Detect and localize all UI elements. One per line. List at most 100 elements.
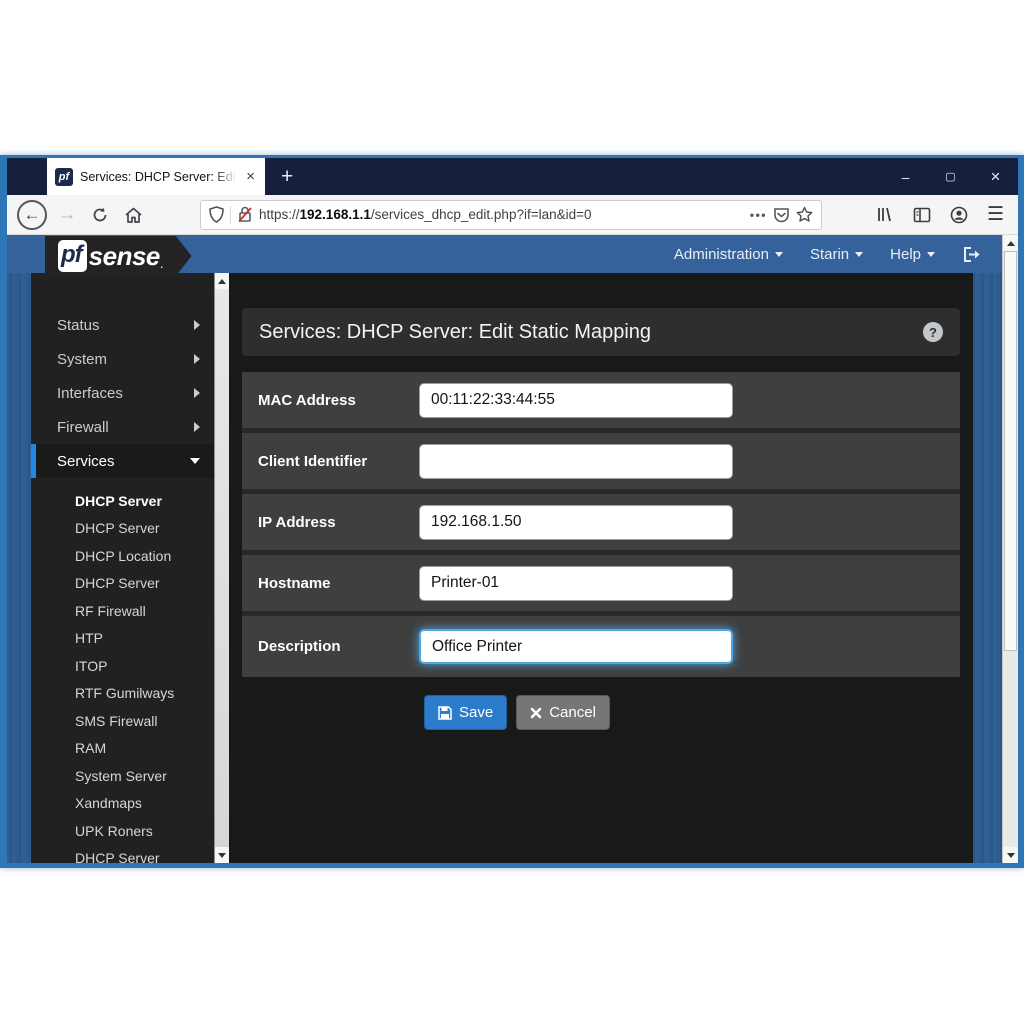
client-identifier-field[interactable]	[419, 444, 733, 479]
tab-title: Services: DHCP Server: Edit St	[80, 170, 237, 184]
pfsense-navbar: pf sense . Administration Starin Help	[7, 235, 1002, 273]
shield-icon[interactable]	[209, 206, 224, 223]
toolbar-right-icons: ☰	[876, 203, 1008, 226]
submenu-item[interactable]: HTP	[31, 625, 214, 653]
submenu-item[interactable]: Xandmaps	[31, 790, 214, 818]
submenu-item[interactable]: DHCP Location	[31, 542, 214, 570]
tab-bar: pf Services: DHCP Server: Edit St × + – …	[7, 158, 1018, 195]
pfsense-logo[interactable]: pf sense .	[45, 236, 192, 277]
hostname-label: Hostname	[258, 575, 419, 592]
sidebar-item-label: Firewall	[57, 419, 109, 436]
page-actions-icon[interactable]: •••	[750, 208, 767, 222]
tab-close-icon[interactable]: ×	[244, 169, 257, 184]
sidebar-scrollbar[interactable]	[214, 273, 229, 863]
submenu-item[interactable]: DHCP Server	[31, 570, 214, 598]
submenu-item[interactable]: RTF Gumilways	[31, 680, 214, 708]
help-icon[interactable]: ?	[923, 322, 943, 342]
page-content: Status System Interfaces Firewall	[7, 273, 1002, 863]
static-mapping-form: MAC Address Client Identifier IP Address	[242, 372, 960, 677]
menu-icon[interactable]: ☰	[987, 203, 1004, 226]
chevron-right-icon	[194, 422, 200, 432]
back-button[interactable]: ←	[17, 200, 47, 230]
bookmark-star-icon[interactable]	[796, 206, 813, 223]
window-body: pf sense . Administration Starin Help	[7, 235, 1018, 863]
nav-administration[interactable]: Administration	[674, 246, 783, 263]
scroll-down-icon[interactable]	[1003, 847, 1018, 863]
logo-sense-text: sense	[89, 241, 160, 272]
sidebar-item-label: Interfaces	[57, 385, 123, 402]
form-row-client-id: Client Identifier	[242, 433, 960, 494]
submenu-item[interactable]: DHCP Server	[31, 487, 214, 515]
mac-address-label: MAC Address	[258, 392, 419, 409]
cancel-x-icon	[530, 707, 542, 719]
scroll-up-icon[interactable]	[215, 273, 229, 289]
nav-help[interactable]: Help	[890, 246, 935, 263]
cancel-button[interactable]: Cancel	[516, 695, 610, 730]
sidebar-item-label: Status	[57, 317, 100, 334]
url-bar[interactable]: https://192.168.1.1/services_dhcp_edit.p…	[200, 200, 822, 230]
url-scheme: https://	[259, 207, 300, 222]
ip-address-field[interactable]	[419, 505, 733, 540]
chevron-right-icon	[194, 320, 200, 330]
home-icon[interactable]	[118, 206, 148, 224]
chevron-down-icon	[775, 252, 783, 257]
client-identifier-label: Client Identifier	[258, 453, 419, 470]
sidebars-icon[interactable]	[913, 207, 931, 223]
mac-address-field[interactable]	[419, 383, 733, 418]
sidebar-item-system[interactable]: System	[31, 342, 214, 376]
url-divider	[230, 206, 231, 224]
submenu-item[interactable]: DHCP Server	[31, 845, 214, 864]
nav-user-label: Starin	[810, 246, 849, 263]
submenu-item[interactable]: UPK Roners	[31, 817, 214, 845]
browser-toolbar: ← → https://192.168.1.1/services_dhcp_ed…	[7, 195, 1018, 235]
sidebar: Status System Interfaces Firewall	[31, 273, 214, 863]
sidebar-item-interfaces[interactable]: Interfaces	[31, 376, 214, 410]
close-button[interactable]: ×	[973, 158, 1018, 195]
save-floppy-icon	[438, 706, 452, 720]
form-row-description: Description	[242, 616, 960, 677]
logo-dot: .	[160, 256, 164, 271]
new-tab-button[interactable]: +	[265, 158, 309, 195]
minimize-button[interactable]: –	[883, 158, 928, 195]
browser-tab[interactable]: pf Services: DHCP Server: Edit St ×	[47, 158, 265, 195]
page-scrollbar[interactable]	[1002, 235, 1018, 863]
url-text[interactable]: https://192.168.1.1/services_dhcp_edit.p…	[259, 207, 744, 222]
forward-button: →	[52, 204, 82, 226]
main-content: Services: DHCP Server: Edit Static Mappi…	[229, 273, 973, 863]
form-actions: Save Cancel	[424, 695, 960, 730]
submenu-item[interactable]: DHCP Server	[31, 515, 214, 543]
submenu-item[interactable]: System Server	[31, 762, 214, 790]
chevron-right-icon	[194, 388, 200, 398]
sidebar-item-services[interactable]: Services	[31, 444, 214, 478]
pfsense-page: pf sense . Administration Starin Help	[7, 235, 1002, 863]
scroll-down-icon[interactable]	[215, 847, 229, 863]
submenu-item[interactable]: ITOP	[31, 652, 214, 680]
nav-user[interactable]: Starin	[810, 246, 863, 263]
sidebar-item-firewall[interactable]: Firewall	[31, 410, 214, 444]
form-row-hostname: Hostname	[242, 555, 960, 616]
navbar-menu: Administration Starin Help	[674, 246, 982, 263]
nav-administration-label: Administration	[674, 246, 769, 263]
broken-lock-icon[interactable]	[237, 206, 253, 223]
description-field[interactable]	[419, 629, 733, 664]
submenu-item[interactable]: RF Firewall	[31, 597, 214, 625]
url-domain: 192.168.1.1	[300, 207, 371, 222]
pocket-icon[interactable]	[773, 207, 790, 223]
ip-address-label: IP Address	[258, 514, 419, 531]
logout-icon[interactable]	[962, 246, 982, 263]
browser-window: pf Services: DHCP Server: Edit St × + – …	[0, 155, 1024, 868]
save-button[interactable]: Save	[424, 695, 507, 730]
library-icon[interactable]	[876, 206, 894, 223]
scrollbar-thumb[interactable]	[1004, 251, 1017, 651]
sidebar-item-label: Services	[57, 453, 115, 470]
nav-help-label: Help	[890, 246, 921, 263]
maximize-button[interactable]: ▢	[928, 158, 973, 195]
submenu-item[interactable]: RAM	[31, 735, 214, 763]
scroll-up-icon[interactable]	[1003, 235, 1018, 251]
account-icon[interactable]	[950, 206, 968, 224]
refresh-icon[interactable]	[85, 206, 115, 224]
submenu-item[interactable]: SMS Firewall	[31, 707, 214, 735]
hostname-field[interactable]	[419, 566, 733, 601]
sidebar-item-status[interactable]: Status	[31, 308, 214, 342]
pfsense-favicon: pf	[55, 168, 73, 186]
